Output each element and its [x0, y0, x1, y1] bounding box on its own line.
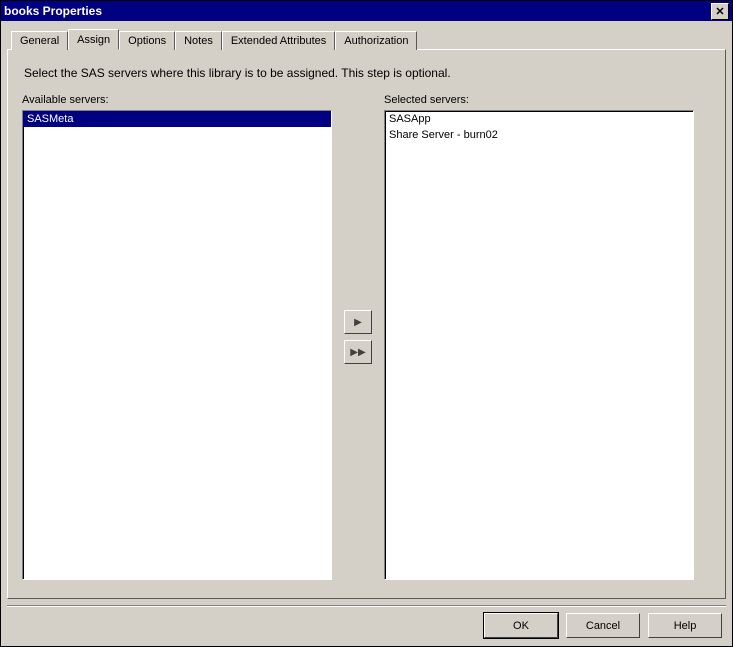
move-all-right-button[interactable]: ▶▶	[344, 340, 372, 364]
list-item[interactable]: SASMeta	[23, 111, 331, 127]
close-button[interactable]: ✕	[711, 3, 729, 20]
list-item[interactable]: SASApp	[385, 111, 693, 127]
shuttle-buttons: ▶ ▶▶	[338, 94, 378, 580]
available-label: Available servers:	[22, 94, 332, 106]
ok-button[interactable]: OK	[484, 613, 558, 638]
tab-notes[interactable]: Notes	[175, 31, 222, 50]
selected-column: Selected servers: SASApp Share Server - …	[384, 94, 694, 580]
list-item[interactable]: Share Server - burn02	[385, 127, 693, 143]
tab-authorization[interactable]: Authorization	[335, 31, 417, 50]
tab-panel-assign: Select the SAS servers where this librar…	[7, 49, 726, 599]
available-servers-listbox[interactable]: SASMeta	[22, 110, 332, 580]
tab-assign[interactable]: Assign	[68, 29, 119, 50]
instruction-text: Select the SAS servers where this librar…	[24, 66, 711, 80]
window-title: books Properties	[4, 4, 102, 18]
tab-container: General Assign Options Notes Extended At…	[7, 27, 726, 599]
selected-label: Selected servers:	[384, 94, 694, 106]
close-icon: ✕	[715, 5, 724, 18]
dialog-button-row: OK Cancel Help	[7, 607, 726, 638]
move-right-button[interactable]: ▶	[344, 310, 372, 334]
selected-servers-listbox[interactable]: SASApp Share Server - burn02	[384, 110, 694, 580]
double-chevron-right-icon: ▶▶	[350, 347, 365, 358]
dialog-window: books Properties ✕ General Assign Option…	[0, 0, 733, 647]
title-bar: books Properties ✕	[1, 1, 732, 21]
tab-general[interactable]: General	[11, 31, 68, 50]
tab-strip: General Assign Options Notes Extended At…	[11, 27, 726, 49]
cancel-button[interactable]: Cancel	[566, 613, 640, 638]
help-button[interactable]: Help	[648, 613, 722, 638]
shuttle-layout: Available servers: SASMeta ▶ ▶▶ Selected…	[22, 94, 711, 580]
dialog-body: General Assign Options Notes Extended At…	[1, 21, 732, 646]
chevron-right-icon: ▶	[354, 317, 362, 328]
available-column: Available servers: SASMeta	[22, 94, 332, 580]
tab-options[interactable]: Options	[119, 31, 175, 50]
tab-extended-attributes[interactable]: Extended Attributes	[222, 31, 335, 50]
